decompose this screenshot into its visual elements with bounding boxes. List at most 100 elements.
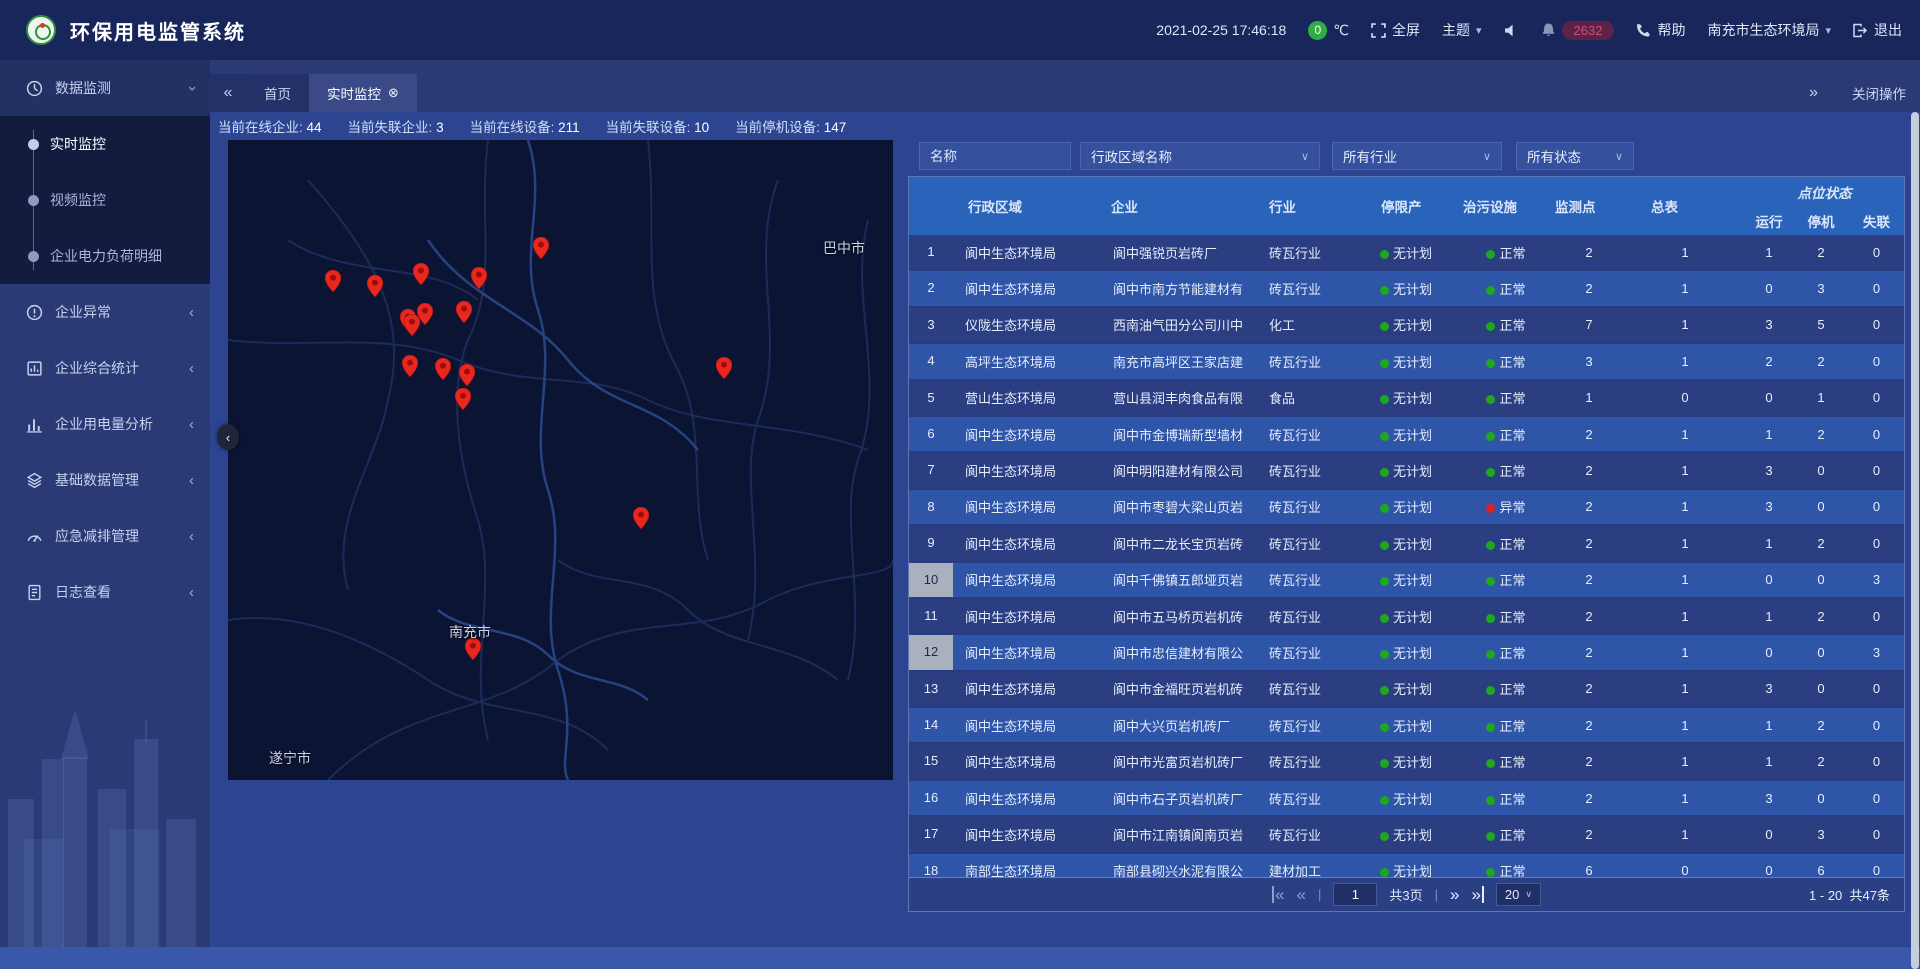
sidebar-item-2[interactable]: 企业异常‹ <box>0 284 210 340</box>
fullscreen-button[interactable]: 全屏 <box>1371 20 1420 40</box>
first-page-button[interactable]: « <box>1272 886 1284 903</box>
tab-实时监控[interactable]: 实时监控⊗ <box>309 74 417 112</box>
close-operations-button[interactable]: 关闭操作 <box>1852 83 1906 103</box>
stat-label: 当前失联企业: <box>348 120 437 135</box>
table-row[interactable]: 6阆中生态环境局阆中市金博瑞新型墙材砖瓦行业无计划正常21120 <box>909 417 1904 453</box>
table-row[interactable]: 18南部生态环境局南部县砌兴水泥有限公建材加工无计划正常60060 <box>909 854 1904 877</box>
table-row[interactable]: 17阆中生态环境局阆中市江南镇阆南页岩砖瓦行业无计划正常21030 <box>909 817 1904 853</box>
table-row[interactable]: 4高坪生态环境局南充市高坪区王家店建砖瓦行业无计划正常31220 <box>909 344 1904 380</box>
layers-icon <box>26 472 43 489</box>
total-pages-label: 共3页 <box>1389 885 1422 904</box>
table-row[interactable]: 10阆中生态环境局阆中千佛镇五郎垭页岩砖瓦行业无计划正常21003 <box>909 563 1904 599</box>
row-number: 4 <box>909 344 953 378</box>
name-filter-input[interactable] <box>919 142 1071 170</box>
map-pin[interactable] <box>456 301 472 323</box>
fullscreen-icon <box>1371 23 1386 38</box>
sound-button[interactable] <box>1504 23 1519 38</box>
cell-lost: 3 <box>1847 572 1904 587</box>
table-row[interactable]: 3仪陇生态环境局西南油气田分公司川中化工无计划正常71350 <box>909 308 1904 344</box>
cell-company: 营山县润丰肉食品有限 <box>1089 388 1265 407</box>
sidebar-item-3[interactable]: 企业综合统计‹ <box>0 340 210 396</box>
row-number: 12 <box>909 635 953 669</box>
cell-facility-status: 正常 <box>1461 643 1551 662</box>
stat-value: 211 <box>558 120 580 135</box>
table-row[interactable]: 14阆中生态环境局阆中大兴页岩机砖厂砖瓦行业无计划正常21120 <box>909 708 1904 744</box>
map-pin[interactable] <box>413 263 429 285</box>
map-pin[interactable] <box>404 314 420 336</box>
status-dot-icon <box>1486 868 1495 877</box>
tab-close-icon[interactable]: ⊗ <box>388 85 399 101</box>
table-row[interactable]: 15阆中生态环境局阆中市光富页岩机砖厂砖瓦行业无计划正常21120 <box>909 744 1904 780</box>
cell-lost: 0 <box>1847 827 1904 842</box>
sidebar-item-5[interactable]: 基础数据管理‹ <box>0 452 210 508</box>
table-row[interactable]: 5营山生态环境局营山县润丰肉食品有限食品无计划正常10010 <box>909 381 1904 417</box>
cell-meters: 1 <box>1627 754 1743 769</box>
cell-region: 阆中生态环境局 <box>953 752 1089 771</box>
status-dot-icon <box>1380 432 1389 441</box>
sidebar-subitem-企业电力负荷明细[interactable]: 企业电力负荷明细 <box>0 228 210 284</box>
cell-industry: 砖瓦行业 <box>1265 643 1351 662</box>
page-scrollbar[interactable] <box>1911 112 1919 969</box>
help-button[interactable]: 帮助 <box>1636 20 1685 40</box>
next-page-button[interactable]: » <box>1450 886 1459 903</box>
map-collapse-handle[interactable]: ‹ <box>217 424 239 450</box>
status-dot-icon <box>1486 577 1495 586</box>
map-pin[interactable] <box>402 355 418 377</box>
map-pin[interactable] <box>367 275 383 297</box>
page-input[interactable]: 1 <box>1333 883 1377 906</box>
cell-stopped: 5 <box>1795 317 1847 332</box>
map-pin[interactable] <box>435 358 451 380</box>
sidebar-subitem-实时监控[interactable]: 实时监控 <box>0 116 210 172</box>
map-panel[interactable]: 巴中市南充市遂宁市 <box>228 140 893 780</box>
table-row[interactable]: 1阆中生态环境局阆中强锐页岩砖厂砖瓦行业无计划正常21120 <box>909 235 1904 271</box>
table-row[interactable]: 9阆中生态环境局阆中市二龙长宝页岩砖砖瓦行业无计划正常21120 <box>909 526 1904 562</box>
status-filter-select[interactable]: 所有状态 ∨ <box>1516 142 1634 170</box>
map-city-label: 遂宁市 <box>269 748 311 768</box>
table-row[interactable]: 12阆中生态环境局阆中市忠信建材有限公砖瓦行业无计划正常21003 <box>909 635 1904 671</box>
chevron-down-icon: ∨ <box>1483 150 1491 163</box>
prev-page-button[interactable]: « <box>1296 886 1305 903</box>
cell-stop-status: 无计划 <box>1351 861 1461 877</box>
row-number: 11 <box>909 599 953 633</box>
map-pin[interactable] <box>455 388 471 410</box>
cell-stopped: 2 <box>1795 609 1847 624</box>
chevron-down-icon: ∨ <box>1301 150 1309 163</box>
page-size-select[interactable]: 20∨ <box>1496 883 1541 906</box>
industry-filter-select[interactable]: 所有行业 ∨ <box>1332 142 1502 170</box>
sidebar-item-7[interactable]: 日志查看‹ <box>0 564 210 620</box>
cell-industry: 砖瓦行业 <box>1265 825 1351 844</box>
map-pin[interactable] <box>716 357 732 379</box>
table-row[interactable]: 2阆中生态环境局阆中市南方节能建材有砖瓦行业无计划正常21030 <box>909 271 1904 307</box>
map-pin[interactable] <box>633 507 649 529</box>
sidebar-item-1[interactable]: 数据监测‹ <box>0 60 210 116</box>
sidebar-item-4[interactable]: 企业用电量分析‹ <box>0 396 210 452</box>
table-row[interactable]: 8阆中生态环境局阆中市枣碧大梁山页岩砖瓦行业无计划异常21300 <box>909 490 1904 526</box>
table-row[interactable]: 16阆中生态环境局阆中市石子页岩机砖厂砖瓦行业无计划正常21300 <box>909 781 1904 817</box>
cell-company: 阆中市忠信建材有限公 <box>1089 643 1265 662</box>
column-header-facility: 治污设施 <box>1461 196 1551 216</box>
table-row[interactable]: 13阆中生态环境局阆中市金福旺页岩机砖砖瓦行业无计划正常21300 <box>909 672 1904 708</box>
sidebar-item-6[interactable]: 应急减排管理‹ <box>0 508 210 564</box>
column-header-stop: 停限产 <box>1351 196 1461 216</box>
region-filter-select[interactable]: 行政区域名称 ∨ <box>1080 142 1320 170</box>
last-page-button[interactable]: » <box>1471 886 1483 903</box>
notifications-button[interactable]: 2632 <box>1541 21 1615 40</box>
cell-industry: 砖瓦行业 <box>1265 497 1351 516</box>
tabs-scroll-left-button[interactable]: « <box>210 74 246 112</box>
cell-stop-status: 无计划 <box>1351 425 1461 444</box>
cell-stop-status: 无计划 <box>1351 497 1461 516</box>
map-pin[interactable] <box>471 267 487 289</box>
tab-首页[interactable]: 首页 <box>246 74 309 112</box>
map-pin[interactable] <box>533 237 549 259</box>
cell-company: 阆中明阳建材有限公司 <box>1089 461 1265 480</box>
table-row[interactable]: 7阆中生态环境局阆中明阳建材有限公司砖瓦行业无计划正常21300 <box>909 453 1904 489</box>
org-dropdown[interactable]: 南充市生态环境局 ▾ <box>1707 20 1831 40</box>
sidebar-subitem-视频监控[interactable]: 视频监控 <box>0 172 210 228</box>
map-pin[interactable] <box>459 364 475 386</box>
table-row[interactable]: 11阆中生态环境局阆中市五马桥页岩机砖砖瓦行业无计划正常21120 <box>909 599 1904 635</box>
logout-button[interactable]: 退出 <box>1853 20 1902 40</box>
map-pin[interactable] <box>325 270 341 292</box>
tabs-scroll-right-button[interactable]: » <box>1809 84 1818 102</box>
cell-stopped: 3 <box>1795 281 1847 296</box>
theme-dropdown[interactable]: 主题 ▾ <box>1442 20 1482 40</box>
